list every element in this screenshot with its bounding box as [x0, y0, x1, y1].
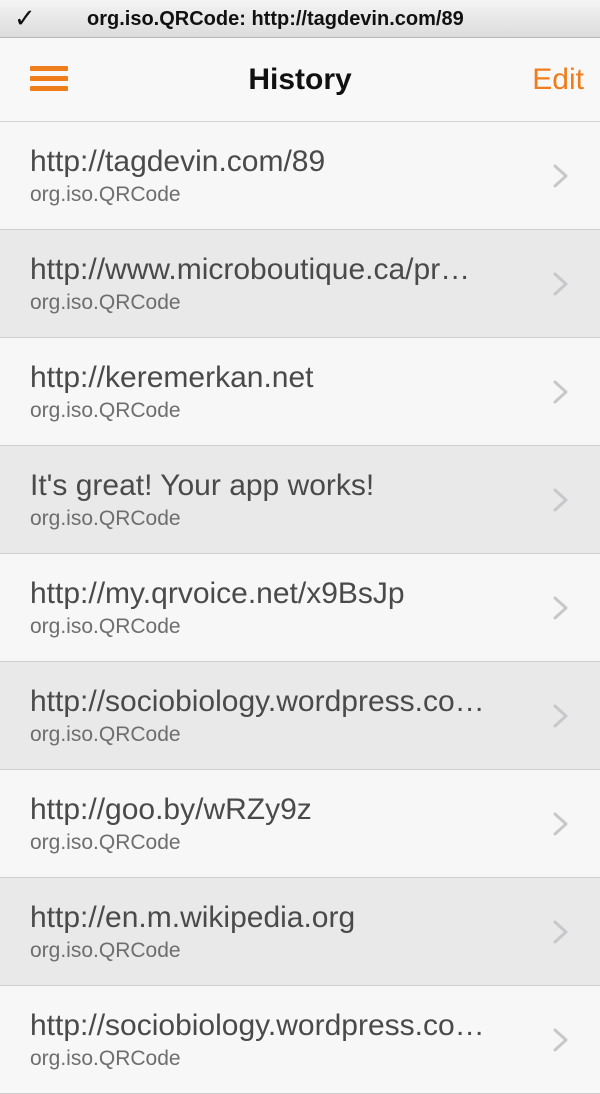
history-item-subtitle: org.iso.QRCode: [30, 939, 181, 962]
navigation-bar: History Edit: [0, 38, 600, 122]
history-item-title: http://sociobiology.wordpress.co…: [30, 685, 485, 718]
history-item-subtitle: org.iso.QRCode: [30, 399, 181, 422]
history-row[interactable]: It's great! Your app works! org.iso.QRCo…: [0, 446, 600, 554]
chevron-right-icon: [553, 380, 568, 404]
history-row[interactable]: http://en.m.wikipedia.org org.iso.QRCode: [0, 878, 600, 986]
history-item-title: http://sociobiology.wordpress.co…: [30, 1009, 485, 1042]
history-row[interactable]: http://my.qrvoice.net/x9BsJp org.iso.QRC…: [0, 554, 600, 662]
page-title: History: [248, 63, 352, 96]
history-row[interactable]: http://goo.by/wRZy9z org.iso.QRCode: [0, 770, 600, 878]
chevron-right-icon: [553, 704, 568, 728]
history-item-title: It's great! Your app works!: [30, 469, 375, 502]
history-row[interactable]: http://www.microboutique.ca/pr… org.iso.…: [0, 230, 600, 338]
history-item-subtitle: org.iso.QRCode: [30, 723, 181, 746]
history-row[interactable]: http://tagdevin.com/89 org.iso.QRCode: [0, 122, 600, 230]
checkmark-icon: ✓: [14, 4, 36, 34]
history-item-title: http://my.qrvoice.net/x9BsJp: [30, 577, 405, 610]
chevron-right-icon: [553, 272, 568, 296]
history-row[interactable]: http://sociobiology.wordpress.co… org.is…: [0, 986, 600, 1094]
history-item-title: http://goo.by/wRZy9z: [30, 793, 312, 826]
history-item-title: http://www.microboutique.ca/pr…: [30, 253, 471, 286]
history-item-subtitle: org.iso.QRCode: [30, 615, 181, 638]
edit-button[interactable]: Edit: [532, 62, 584, 98]
chevron-right-icon: [553, 920, 568, 944]
history-item-subtitle: org.iso.QRCode: [30, 183, 181, 206]
chevron-right-icon: [553, 1028, 568, 1052]
history-item-subtitle: org.iso.QRCode: [30, 291, 181, 314]
history-row[interactable]: http://keremerkan.net org.iso.QRCode: [0, 338, 600, 446]
history-item-title: http://tagdevin.com/89: [30, 145, 326, 178]
chevron-right-icon: [553, 596, 568, 620]
history-item-subtitle: org.iso.QRCode: [30, 1047, 181, 1070]
history-item-subtitle: org.iso.QRCode: [30, 831, 181, 854]
history-list: http://tagdevin.com/89 org.iso.QRCode ht…: [0, 122, 600, 1094]
chevron-right-icon: [553, 164, 568, 188]
chevron-right-icon: [553, 488, 568, 512]
notification-banner[interactable]: ✓ org.iso.QRCode: http://tagdevin.com/89: [0, 0, 600, 38]
history-item-title: http://en.m.wikipedia.org: [30, 901, 356, 934]
notification-text: org.iso.QRCode: http://tagdevin.com/89: [87, 8, 464, 30]
history-row[interactable]: http://sociobiology.wordpress.co… org.is…: [0, 662, 600, 770]
history-item-subtitle: org.iso.QRCode: [30, 507, 181, 530]
chevron-right-icon: [553, 812, 568, 836]
history-item-title: http://keremerkan.net: [30, 361, 314, 394]
